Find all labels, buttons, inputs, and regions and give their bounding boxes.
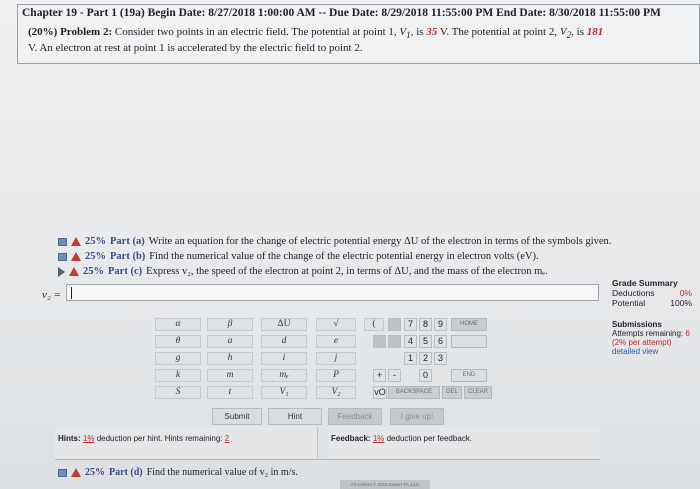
key-6[interactable]: 6 (434, 335, 447, 348)
hints-text: Hints: 1% deduction per hint. Hints rema… (58, 434, 230, 443)
answer-label: v₂ = (42, 289, 61, 301)
text-caret (71, 287, 72, 299)
play-icon (58, 266, 65, 277)
key-m-e[interactable]: mₑ (261, 369, 307, 382)
backspace-button[interactable]: BACKSPACE (388, 386, 440, 399)
detailed-view-link[interactable]: detailed view (612, 347, 690, 356)
part-c-text: Express v₂, the speed of the electron at… (146, 266, 548, 277)
part-icon (58, 468, 67, 477)
feedback-button[interactable]: Feedback (328, 408, 382, 425)
key-j[interactable]: j (316, 352, 356, 365)
submissions-panel: Submissions Attempts remaining: 6 (2% pe… (612, 320, 690, 356)
part-icon (58, 237, 67, 246)
key-1[interactable]: 1 (404, 352, 417, 365)
warning-icon (69, 267, 79, 276)
key-0[interactable]: 0 (419, 369, 432, 382)
hint-button[interactable]: Hint (268, 408, 322, 425)
key-3[interactable]: 3 (434, 352, 447, 365)
copyright-footer: All content © 2018 Expert TA, LLC (340, 480, 430, 489)
problem-statement-cont: V. An electron at rest at point 1 is acc… (28, 42, 363, 54)
warning-icon (71, 237, 81, 246)
key-g[interactable]: g (155, 352, 201, 365)
key-delta-u[interactable]: ΔU (261, 318, 307, 331)
divider (55, 459, 600, 460)
part-d-row[interactable]: 25% Part (d) Find the numerical value of… (58, 467, 298, 478)
part-d-label: Part (d) (109, 467, 143, 478)
key-4[interactable]: 4 (404, 335, 417, 348)
feedback-panel: Feedback: 1% deduction per feedback. (328, 427, 600, 458)
part-icon (58, 252, 67, 261)
part-b-text: Find the numerical value of the change o… (149, 251, 539, 262)
key-caret[interactable] (373, 335, 386, 348)
warning-icon (71, 468, 81, 477)
key-i[interactable]: i (261, 352, 307, 365)
key-h[interactable]: h (207, 352, 253, 365)
problem-number: (20%) Problem 2: (28, 26, 113, 38)
part-a-text: Write an equation for the change of elec… (148, 236, 612, 247)
key-up[interactable] (388, 335, 401, 348)
home-button[interactable]: HOME (451, 318, 487, 331)
feedback-text: Feedback: 1% deduction per feedback. (331, 434, 472, 443)
part-a-row[interactable]: 25% Part (a) Write an equation for the c… (58, 236, 611, 247)
part-b-label: Part (b) (110, 251, 146, 262)
warning-icon (71, 252, 81, 261)
problem-statement: (20%) Problem 2: Consider two points in … (28, 26, 604, 41)
key-minus[interactable]: - (388, 369, 401, 382)
answer-input[interactable] (66, 284, 599, 301)
assignment-header: Chapter 19 - Part 1 (19a) Begin Date: 8/… (22, 7, 661, 19)
v1-value: 35 (426, 26, 438, 38)
page: Chapter 19 - Part 1 (19a) Begin Date: 8/… (0, 0, 700, 489)
key-a[interactable]: a (207, 335, 253, 348)
key-7[interactable]: 7 (404, 318, 417, 331)
part-c-label: Part (c) (108, 266, 143, 277)
submit-button[interactable]: Submit (212, 408, 262, 425)
key-vo[interactable]: vO (373, 386, 387, 399)
key-sqrt[interactable]: √ (316, 318, 356, 331)
delete-button[interactable]: DEL (442, 386, 462, 399)
key-v1[interactable]: V₁ (261, 386, 307, 399)
key-d[interactable]: d (261, 335, 307, 348)
part-a-label: Part (a) (110, 236, 145, 247)
arrow-key[interactable] (451, 335, 487, 348)
key-plus[interactable]: + (373, 369, 386, 382)
key-theta[interactable]: θ (155, 335, 201, 348)
clear-button[interactable]: CLEAR (464, 386, 492, 399)
key-9[interactable]: 9 (434, 318, 447, 331)
give-up-button[interactable]: I give up! (390, 408, 444, 425)
v2-value: 181 (586, 26, 604, 38)
grade-summary: Grade Summary Deductions 0% Potential 100% (612, 278, 692, 308)
key-5[interactable]: 5 (419, 335, 432, 348)
key-v2[interactable]: V₂ (316, 386, 356, 399)
key-e[interactable]: e (316, 335, 356, 348)
key-2[interactable]: 2 (419, 352, 432, 365)
hints-panel: Hints: 1% deduction per hint. Hints rema… (55, 427, 318, 458)
part-b-row[interactable]: 25% Part (b) Find the numerical value of… (58, 251, 539, 262)
key-k[interactable]: k (155, 369, 201, 382)
key-alpha[interactable]: α (155, 318, 201, 331)
key-close-paren[interactable] (388, 318, 401, 331)
part-c-row[interactable]: 25% Part (c) Express v₂, the speed of th… (58, 266, 548, 277)
key-t[interactable]: t (207, 386, 253, 399)
key-s[interactable]: S (155, 386, 201, 399)
key-beta[interactable]: β (207, 318, 253, 331)
end-button[interactable]: END (451, 369, 487, 382)
part-d-text: Find the numerical value of v₂ in m/s. (146, 467, 298, 478)
key-p[interactable]: P (316, 369, 356, 382)
key-m[interactable]: m (207, 369, 253, 382)
key-8[interactable]: 8 (419, 318, 432, 331)
key-open-paren[interactable]: ( (364, 318, 384, 331)
